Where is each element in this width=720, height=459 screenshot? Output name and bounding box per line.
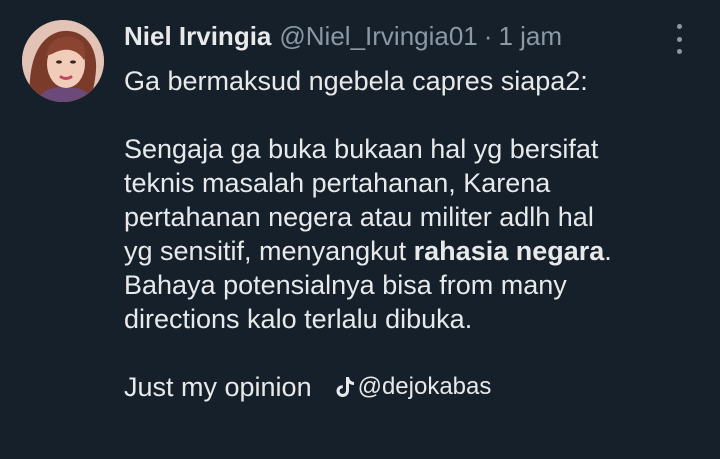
tiktok-icon — [336, 377, 354, 397]
tweet-line: pertahanan negera atau militer adlh hal — [124, 202, 594, 232]
timestamp[interactable]: 1 jam — [498, 21, 562, 52]
tweet-text-segment: yg sensitif, menyangkut — [124, 236, 414, 266]
tweet-text-segment: Just my opinion — [124, 372, 312, 402]
separator-dot: · — [483, 20, 493, 51]
tweet-line: Just my opinion @dejokabas — [124, 370, 704, 404]
tweet-line: teknis masalah pertahanan, Karena — [124, 168, 551, 198]
watermark-text: @dejokabas — [357, 373, 492, 400]
more-options-icon[interactable] — [669, 24, 689, 54]
bold-text: rahasia negara — [413, 236, 605, 266]
author-name[interactable]: Niel Irvingia — [124, 21, 271, 52]
more-dot — [676, 36, 682, 42]
tweet-line: yg sensitif, menyangkut rahasia negara. — [124, 234, 704, 268]
more-dot — [676, 24, 682, 29]
more-dot — [676, 49, 682, 54]
tweet-header: Niel Irvingia @Niel_Irvingia01 · 1 jam — [124, 18, 562, 54]
tweet-line: Ga bermaksud ngebela capres siapa2: — [124, 66, 588, 96]
tweet-line: Bahaya potensialnya bisa from many — [124, 270, 567, 300]
tweet-text-segment: . — [604, 236, 612, 266]
avatar-image — [22, 20, 104, 102]
tweet-line: Sengaja ga buka bukaan hal yg bersifat — [124, 134, 599, 164]
tweet-text: Ga bermaksud ngebela capres siapa2: Seng… — [124, 64, 704, 404]
author-handle[interactable]: @Niel_Irvingia01 — [279, 21, 477, 52]
watermark: @dejokabas — [334, 370, 492, 404]
tweet-card: Niel Irvingia @Niel_Irvingia01 · 1 jam G… — [0, 0, 720, 459]
avatar[interactable] — [22, 20, 104, 102]
tweet-line: directions kalo terlalu dibuka. — [124, 304, 473, 334]
